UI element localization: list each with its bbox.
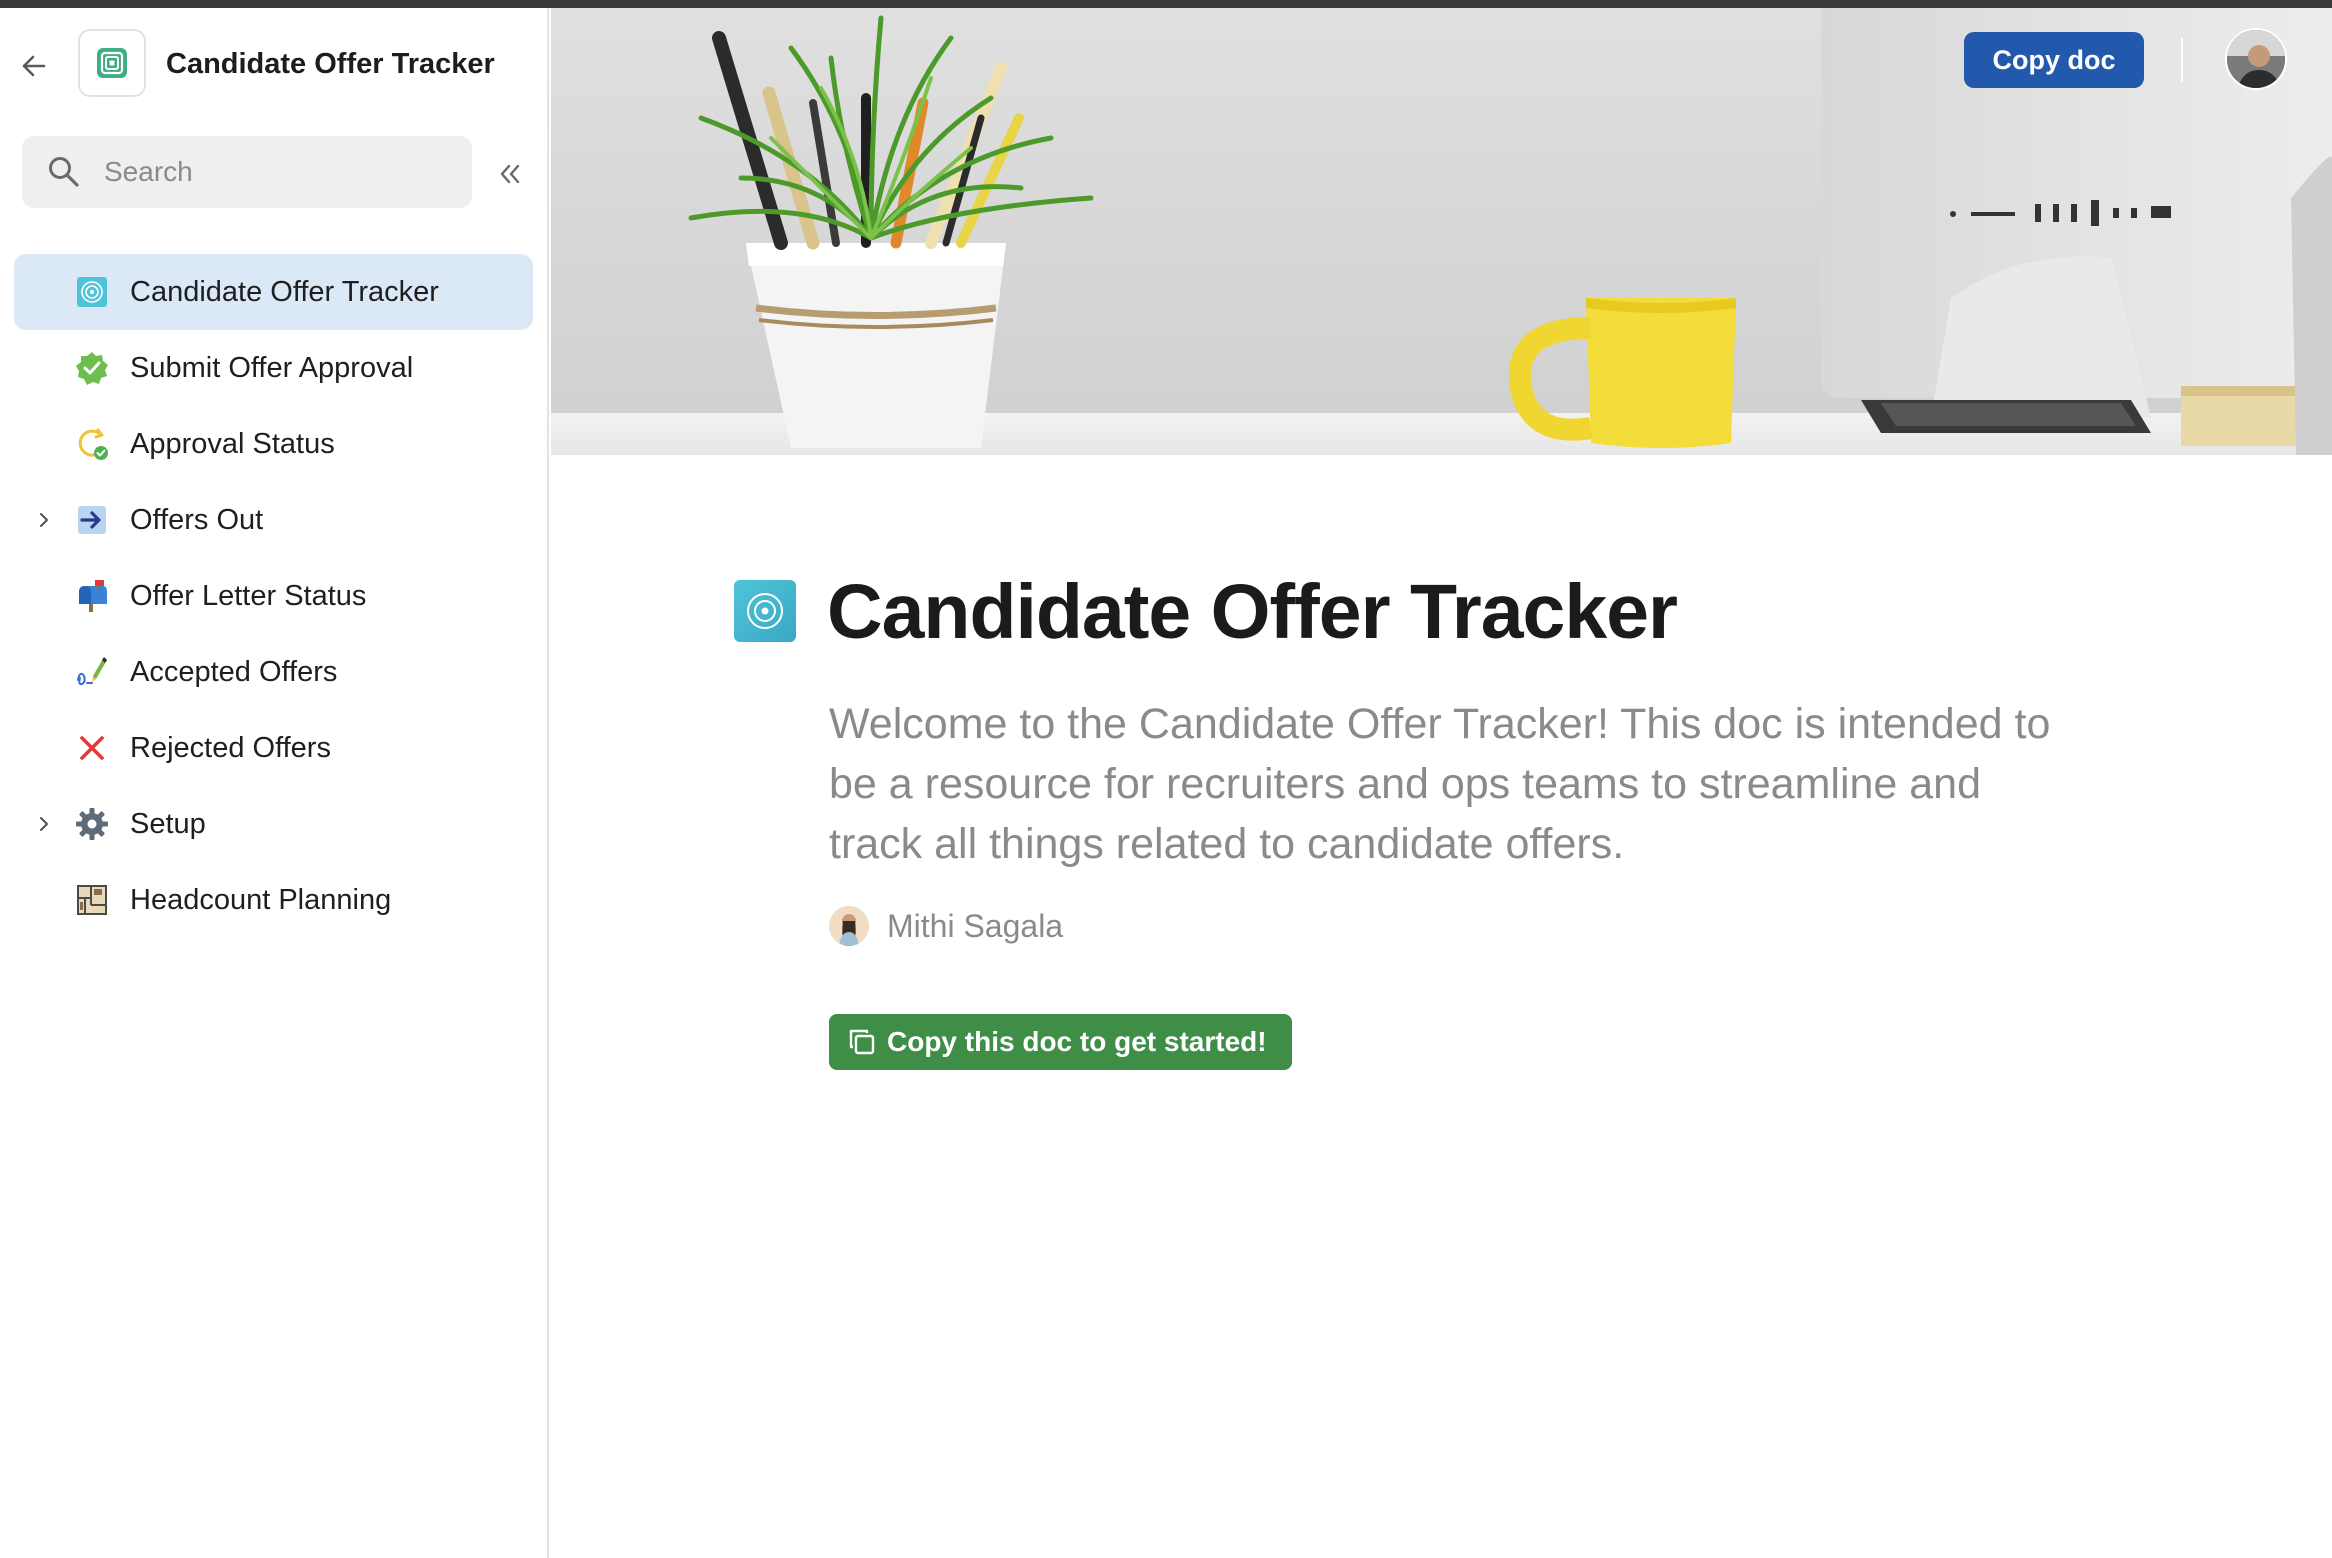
copy-doc-cta-button[interactable]: Copy this doc to get started! [829, 1014, 1292, 1070]
floor-plan-icon [74, 882, 110, 918]
arrow-right-box-icon [74, 502, 110, 538]
sidebar-item-label: Submit Offer Approval [130, 352, 414, 384]
author-name: Mithi Sagala [887, 907, 1064, 944]
author-avatar [829, 906, 869, 946]
cta-label: Copy this doc to get started! [887, 1026, 1267, 1057]
header-divider [2181, 38, 2183, 82]
doc-title: Candidate Offer Tracker [166, 48, 495, 80]
sidebar-item-label: Offer Letter Status [130, 580, 367, 612]
target-icon [747, 593, 783, 629]
author-byline[interactable]: Mithi Sagala [829, 903, 1063, 949]
sidebar-item-label: Rejected Offers [130, 732, 331, 764]
window-top-strip [0, 0, 2332, 8]
sidebar-item-approval-status[interactable]: Approval Status [14, 406, 533, 482]
sidebar-item-label: Setup [130, 808, 206, 840]
page-subtitle: Welcome to the Candidate Offer Tracker! … [829, 700, 2051, 868]
search-box[interactable] [22, 136, 472, 208]
sidebar-item-label: Approval Status [130, 428, 335, 460]
search-icon [44, 152, 84, 192]
red-x-icon [74, 730, 110, 766]
sidebar-nav: Candidate Offer Tracker Submit Offer App… [0, 254, 549, 938]
doc-logo-icon [97, 48, 127, 78]
verified-badge-icon [74, 350, 110, 386]
sidebar-item-offers-out[interactable]: Offers Out [14, 482, 533, 558]
chevron-right-icon[interactable] [32, 508, 56, 532]
mailbox-icon [74, 578, 110, 614]
copy-doc-button[interactable]: Copy doc [1964, 32, 2144, 88]
sidebar-item-candidate-offer-tracker[interactable]: Candidate Offer Tracker [14, 254, 533, 330]
arrow-left-icon [22, 55, 46, 77]
target-icon [74, 274, 110, 310]
sidebar-item-label: Headcount Planning [130, 884, 392, 916]
main-content: Copy doc Candidate Offer Tracker Welcome… [551, 8, 2332, 1558]
page-icon[interactable] [734, 580, 796, 642]
sidebar-item-label: Offers Out [130, 504, 264, 536]
sidebar-item-submit-offer-approval[interactable]: Submit Offer Approval [14, 330, 533, 406]
back-button[interactable] [14, 46, 54, 86]
sidebar-item-label: Accepted Offers [130, 656, 338, 688]
sidebar-item-rejected-offers[interactable]: Rejected Offers [14, 710, 533, 786]
sidebar-header: Candidate Offer Tracker [0, 8, 549, 118]
signature-pen-icon [74, 654, 110, 690]
page-title: Candidate Offer Tracker [827, 569, 1678, 655]
gear-icon [74, 806, 110, 842]
search-input[interactable] [102, 155, 442, 189]
sidebar-item-headcount-planning[interactable]: Headcount Planning [14, 862, 533, 938]
chevron-right-icon[interactable] [32, 812, 56, 836]
copy-icon [847, 1027, 877, 1057]
sidebar-item-setup[interactable]: Setup [14, 786, 533, 862]
sidebar-item-offer-letter-status[interactable]: Offer Letter Status [14, 558, 533, 634]
refresh-check-icon [74, 426, 110, 462]
sidebar-item-accepted-offers[interactable]: Accepted Offers [14, 634, 533, 710]
collapse-sidebar-button[interactable] [490, 154, 530, 194]
avatar[interactable] [2225, 28, 2287, 90]
double-chevron-left-icon [500, 164, 520, 184]
sidebar-item-label: Candidate Offer Tracker [130, 276, 439, 308]
sidebar: Candidate Offer Tracker Search Candidate… [0, 8, 549, 1558]
doc-logo[interactable] [78, 29, 146, 97]
